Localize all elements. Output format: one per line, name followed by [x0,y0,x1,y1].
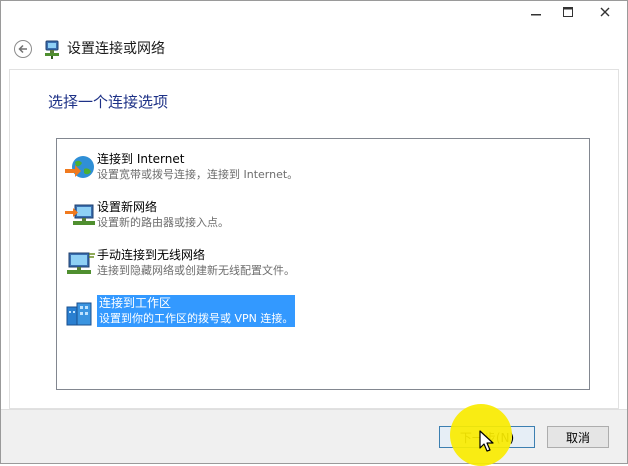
setup-connection-window: 设置连接或网络 选择一个连接选项 连接到 Internet 设置宽带或拨号连接，… [0,0,628,464]
wizard-footer: 下一步(N) 取消 [1,409,627,463]
wizard-header: 设置连接或网络 [1,29,627,69]
option-title: 连接到工作区 [99,296,172,310]
option-title: 连接到 Internet [97,152,185,166]
option-description: 设置新的路由器或接入点。 [97,216,229,229]
option-manual-wireless[interactable]: 手动连接到无线网络 连接到隐藏网络或创建新无线配置文件。 [63,247,563,283]
instruction-heading: 选择一个连接选项 [48,93,169,111]
connection-options-list[interactable]: 连接到 Internet 设置宽带或拨号连接，连接到 Internet。 设置新… [56,138,590,390]
minimize-icon [531,14,541,16]
selected-option-text: 连接到工作区 设置到你的工作区的拨号或 VPN 连接。 [97,295,296,327]
page-title: 设置连接或网络 [67,41,165,57]
option-title: 设置新网络 [97,200,158,214]
option-setup-new-network[interactable]: 设置新网络 设置新的路由器或接入点。 [63,199,563,235]
new-network-icon [65,204,95,225]
workplace-icon [66,302,92,326]
network-setup-icon [45,40,59,59]
option-description: 设置到你的工作区的拨号或 VPN 连接。 [99,312,294,325]
back-button[interactable] [14,40,32,58]
minimize-button[interactable] [519,1,553,23]
internet-globe-icon [65,156,94,178]
maximize-icon [563,7,573,17]
cancel-button[interactable]: 取消 [547,426,609,448]
close-icon [600,7,610,17]
option-connect-internet[interactable]: 连接到 Internet 设置宽带或拨号连接，连接到 Internet。 [63,151,563,187]
title-bar [1,1,627,29]
option-connect-workplace[interactable]: 连接到工作区 设置到你的工作区的拨号或 VPN 连接。 [63,295,563,331]
maximize-button[interactable] [553,1,583,23]
back-arrow-icon [18,44,27,54]
option-title: 手动连接到无线网络 [97,248,206,262]
option-description: 连接到隐藏网络或创建新无线配置文件。 [97,264,295,277]
mouse-cursor-icon [479,430,494,452]
wireless-network-icon [67,252,95,274]
content-area: 选择一个连接选项 连接到 Internet 设置宽带或拨号连接，连接到 Inte… [9,69,619,409]
close-button[interactable] [583,1,627,23]
option-description: 设置宽带或拨号连接，连接到 Internet。 [97,168,299,181]
